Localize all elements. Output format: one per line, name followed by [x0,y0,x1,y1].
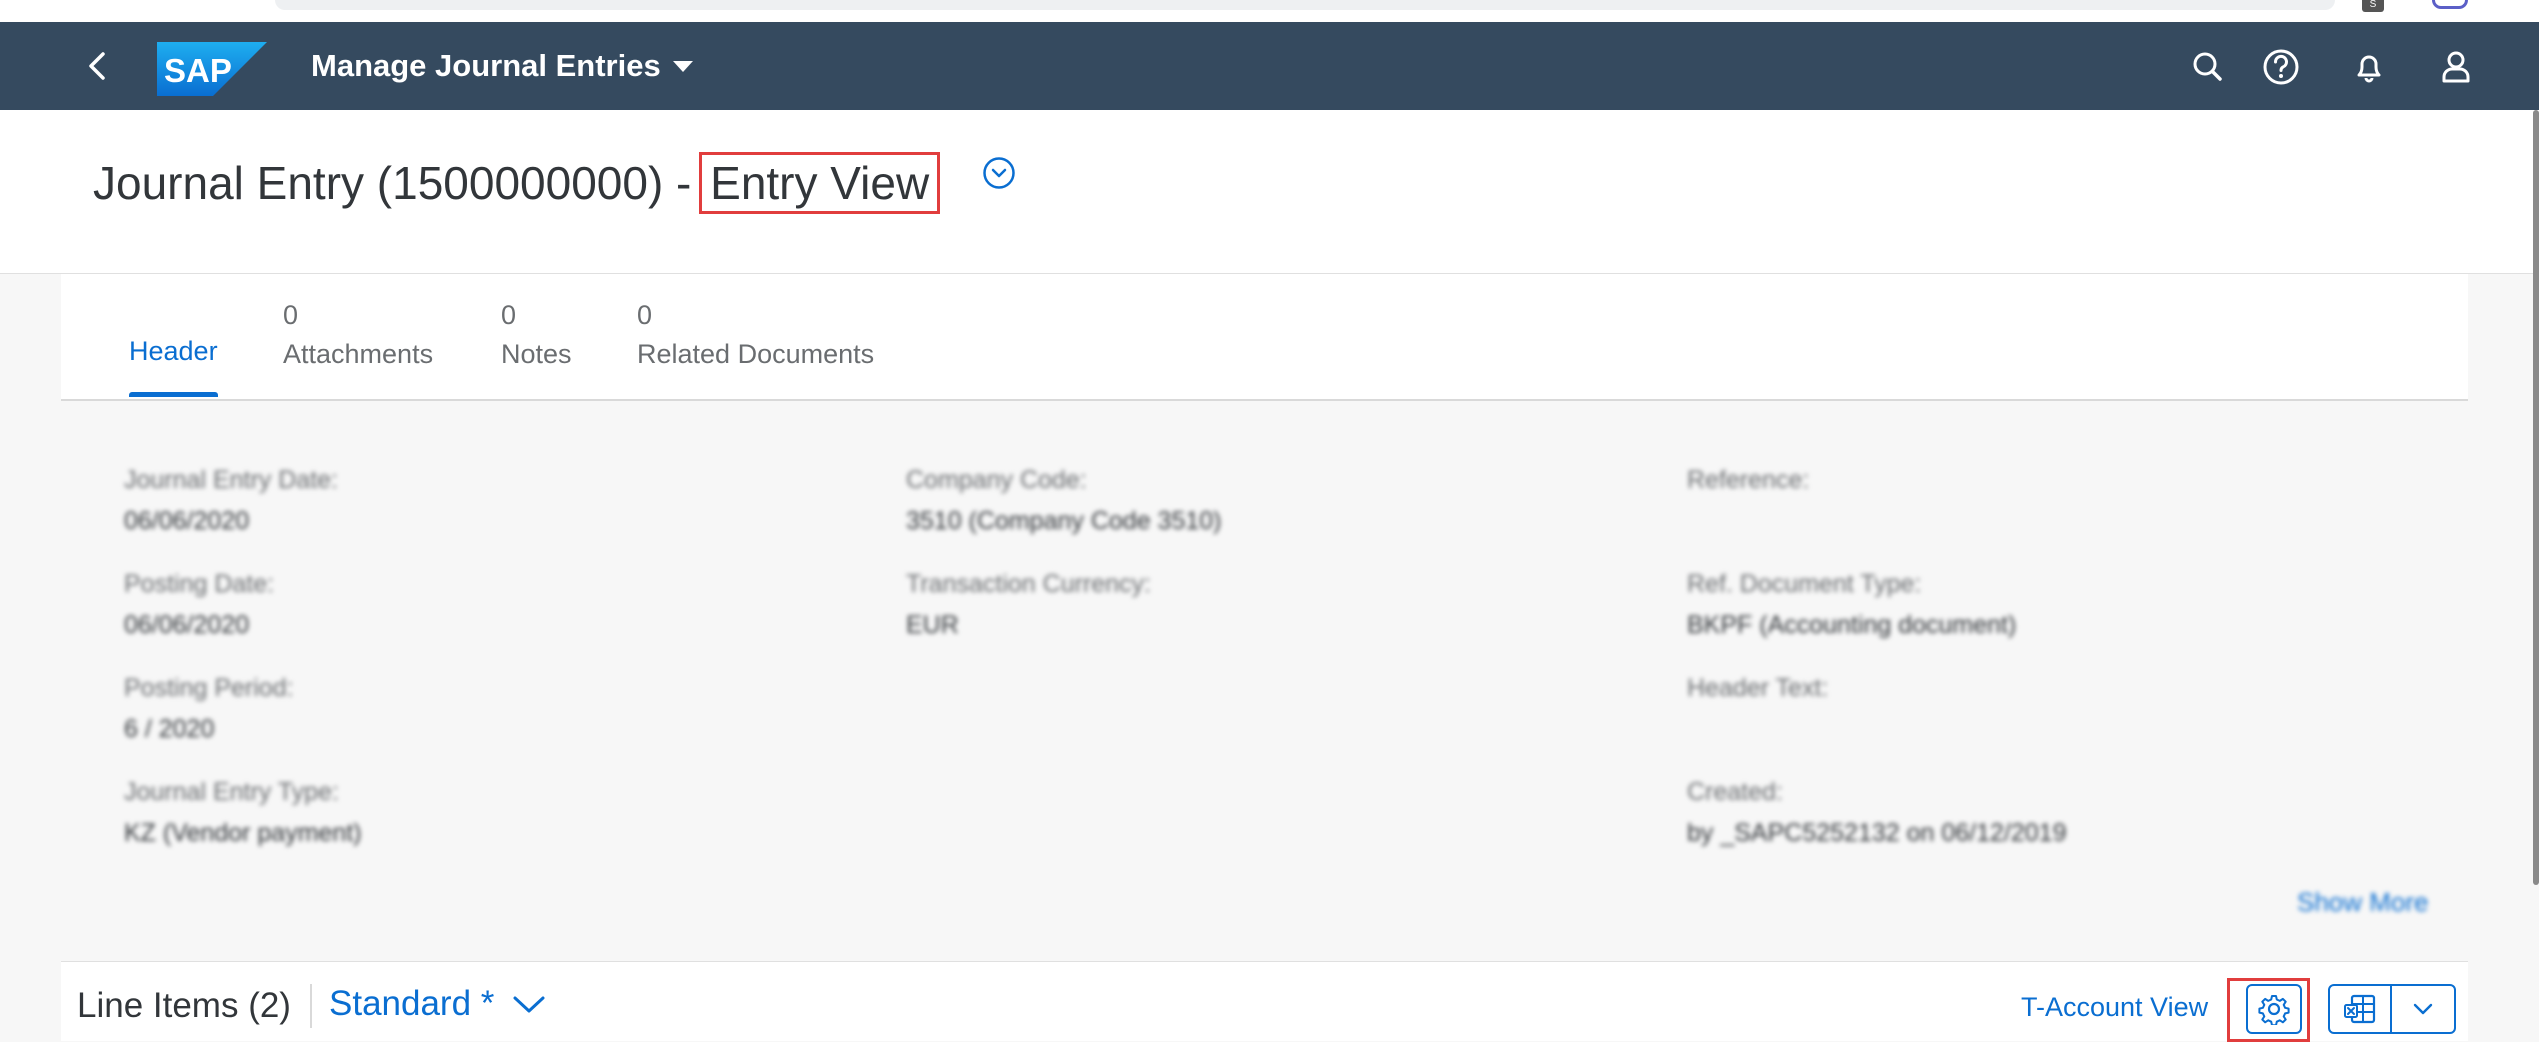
tab-label: Header [129,336,218,366]
field-value: 6 / 2020 [124,715,215,743]
line-items-title: Line Items (2) [77,986,291,1025]
field-value: EUR [906,611,959,639]
table-settings-button[interactable] [2246,984,2302,1034]
page-title-text: Journal Entry (1500000000) - [93,157,692,209]
gear-icon [2258,995,2290,1025]
field-value: BKPF (Accounting document) [1687,611,2017,639]
tab-related-documents[interactable]: 0 Related Documents [637,300,874,370]
extension-icon[interactable]: S [2362,0,2384,12]
field-journal-entry-type: Journal Entry Type: KZ (Vendor payment) [124,778,362,848]
field-label: Transaction Currency: [906,570,1151,598]
header-facet: Journal Entry Date: 06/06/2020 Posting D… [61,401,2468,961]
tab-attachments[interactable]: 0 Attachments [283,300,433,370]
field-label: Posting Date: [124,570,275,598]
toolbar-separator [310,984,312,1028]
back-arrow-icon [89,52,105,80]
export-button-group [2328,984,2456,1034]
export-to-spreadsheet-button[interactable] [2330,986,2392,1032]
field-label: Posting Period: [124,674,294,702]
field-value: by _SAPC5252132 on 06/12/2019 [1687,819,2067,847]
field-posting-date: Posting Date: 06/06/2020 [124,570,274,640]
chevron-down-icon [2413,1003,2433,1015]
field-reference: Reference: [1687,466,1809,507]
svg-text:SAP: SAP [164,52,232,89]
sap-logo: SAP [157,42,267,96]
tab-count: 0 [283,300,299,330]
field-value: 3510 (Company Code 3510) [906,507,1222,535]
field-label: Reference: [1687,466,1810,494]
field-label: Company Code: [906,466,1087,494]
object-page-header: Journal Entry (1500000000) - Entry View [0,110,2539,274]
field-label: Journal Entry Date: [124,466,338,494]
app-title: Manage Journal Entries [311,48,661,83]
variant-name: Standard * [329,984,495,1023]
variant-management[interactable]: Standard * [329,984,546,1024]
field-label: Ref. Document Type: [1687,570,1922,598]
caret-down-icon [672,60,693,72]
t-account-view-link[interactable]: T-Account View [2021,992,2208,1023]
tab-selection-indicator [129,392,218,397]
field-journal-entry-date: Journal Entry Date: 06/06/2020 [124,466,338,536]
show-more-link[interactable]: Show More [2297,887,2429,918]
field-value: 06/06/2020 [124,611,250,639]
tab-count: 0 [501,300,517,330]
shell-bar: SAP Manage Journal Entries [0,22,2539,110]
browser-strip: S [0,0,2539,22]
line-items-toolbar: Line Items (2) Standard * T-Account View [61,961,2468,1042]
tab-label: Notes [501,339,572,369]
address-bar[interactable] [275,0,2335,10]
spreadsheet-export-icon [2344,994,2376,1024]
field-ref-document-type: Ref. Document Type: BKPF (Accounting doc… [1687,570,2016,640]
search-button[interactable] [2187,46,2229,88]
field-company-code: Company Code: 3510 (Company Code 3510) [906,466,1221,536]
export-menu-button[interactable] [2392,986,2454,1032]
field-value: KZ (Vendor payment) [124,819,362,847]
tab-count: 0 [637,300,653,330]
tab-bar: Header 0 Attachments 0 Notes 0 Related D… [61,274,2468,401]
field-label: Journal Entry Type: [124,778,339,806]
user-button[interactable] [2435,46,2477,88]
back-button[interactable] [78,46,118,86]
page-title-view-name: Entry View [699,152,941,214]
notifications-button[interactable] [2348,46,2390,88]
chevron-down-icon [513,996,545,1013]
field-label: Created: [1687,778,1783,806]
user-icon [2442,51,2470,83]
help-button[interactable] [2260,46,2302,88]
page-scrollbar[interactable] [2533,110,2539,885]
page-title: Journal Entry (1500000000) - Entry View [93,152,941,214]
app-title-menu[interactable]: Manage Journal Entries [311,48,693,84]
field-posting-period: Posting Period: 6 / 2020 [124,674,294,744]
field-transaction-currency: Transaction Currency: EUR [906,570,1151,640]
browser-profile-icon[interactable] [2432,0,2468,9]
field-label: Header Text: [1687,674,1829,702]
tab-label: Attachments [283,339,434,369]
help-icon [2263,49,2299,85]
tab-label: Related Documents [637,339,875,369]
header-expand-button[interactable] [982,156,1016,190]
bell-icon [2357,55,2381,83]
field-created: Created: by _SAPC5252132 on 06/12/2019 [1687,778,2066,848]
tab-notes[interactable]: 0 Notes [501,300,572,370]
search-icon [2193,52,2222,81]
field-header-text: Header Text: [1687,674,1828,715]
field-value: 06/06/2020 [124,507,250,535]
circle-chevron-down-icon [983,157,1015,189]
tab-header[interactable]: Header [129,336,218,397]
